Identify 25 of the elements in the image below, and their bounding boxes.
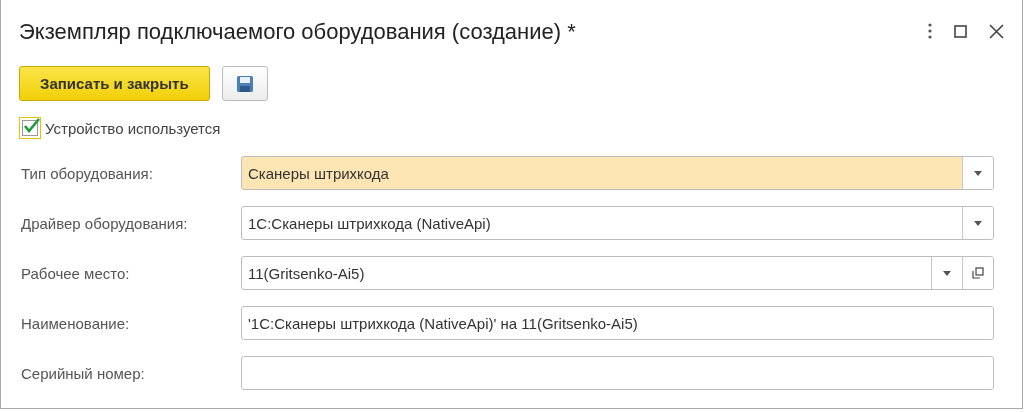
save-and-close-button[interactable]: Записать и закрыть: [19, 66, 210, 101]
field-label: Серийный номер:: [20, 364, 146, 382]
input-field[interactable]: '1С:Сканеры штрихкода (NativeApi)' на 11(Gritsenko-Ai5): [241, 306, 994, 340]
input-field[interactable]: Сканеры штрихкода: [241, 156, 994, 190]
caret-icon: [974, 170, 982, 176]
caret-icon: [974, 220, 982, 226]
window-title: Экземпляр подключаемого оборудования (создание) *: [19, 18, 577, 45]
device-in-use-checkbox[interactable]: [19, 117, 41, 139]
maximize-icon[interactable]: [954, 24, 967, 38]
caret-icon: [943, 270, 951, 276]
close-icon[interactable]: [989, 23, 1004, 39]
open-window-icon: [972, 267, 984, 279]
field-label: Наименование:: [20, 314, 131, 332]
input-field[interactable]: [241, 356, 994, 390]
open-button[interactable]: [962, 257, 993, 289]
more-icon[interactable]: [928, 23, 932, 39]
field-label: Тип оборудования:: [20, 164, 154, 182]
dropdown-button[interactable]: [962, 157, 993, 189]
dropdown-button[interactable]: [962, 207, 993, 239]
field-label: Драйвер оборудования:: [20, 214, 189, 232]
save-button[interactable]: [221, 66, 268, 101]
field-label: Рабочее место:: [20, 264, 131, 282]
input-field[interactable]: 1С:Сканеры штрихкода (NativeApi): [241, 206, 994, 240]
input-field[interactable]: 11(Gritsenko-Ai5): [241, 256, 994, 290]
checkbox-label: Устройство используется: [45, 119, 221, 137]
